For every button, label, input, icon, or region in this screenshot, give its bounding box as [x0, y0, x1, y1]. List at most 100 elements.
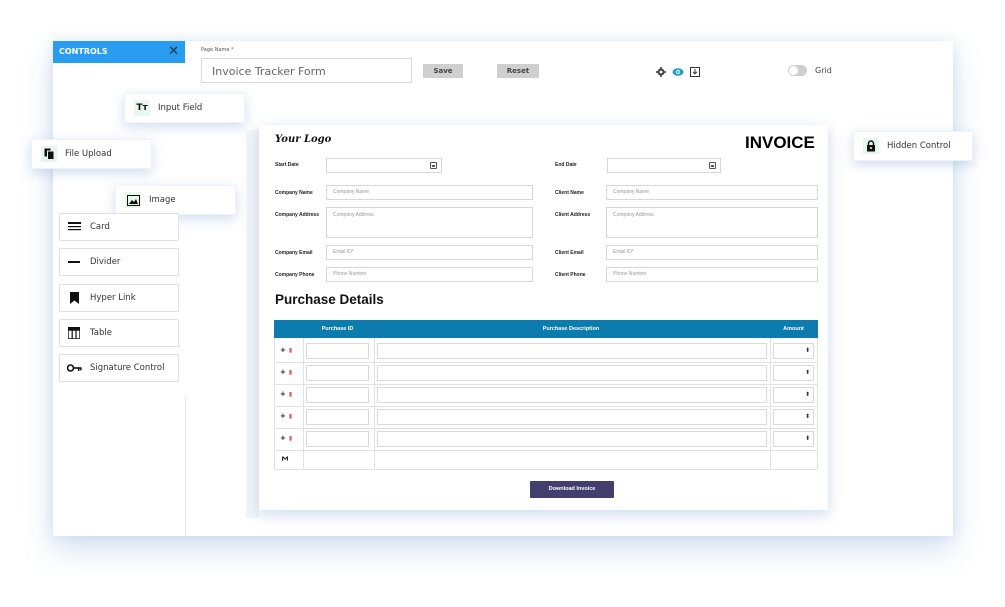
control-label: Card	[90, 222, 110, 232]
company-name-label: Company Name	[275, 190, 313, 196]
client-phone-input[interactable]: Phone Number	[606, 267, 818, 282]
end-date-input[interactable]	[607, 158, 721, 173]
amount-input[interactable]: ⬍	[773, 387, 814, 403]
row-divider	[275, 450, 817, 451]
card-icon	[66, 219, 82, 235]
add-row-icon[interactable]: +	[280, 412, 286, 420]
control-label: Signature Control	[90, 363, 165, 373]
file-copy-icon	[41, 146, 57, 162]
gear-icon[interactable]	[656, 67, 666, 77]
purchase-description-input[interactable]	[377, 431, 767, 447]
row-actions[interactable]: + ▮	[280, 368, 292, 376]
page-name-input[interactable]: Invoice Tracker Form	[201, 58, 412, 83]
column-header: Purchase ID	[321, 326, 354, 332]
download-invoice-button[interactable]: Download Invoice	[530, 481, 614, 498]
control-label: Divider	[90, 257, 121, 267]
trash-icon[interactable]: ▮	[289, 347, 292, 354]
canvas-shadow	[246, 130, 259, 518]
calendar-icon[interactable]	[709, 162, 716, 169]
purchase-description-input[interactable]	[377, 409, 767, 425]
client-address-label: Client Address	[555, 212, 591, 218]
row-actions[interactable]: + ▮	[280, 390, 292, 398]
control-label: Input Field	[158, 103, 203, 113]
row-actions[interactable]: + ▮	[280, 434, 292, 442]
purchase-id-input[interactable]	[306, 409, 369, 425]
amount-input[interactable]: ⬍	[773, 365, 814, 381]
end-date-label: End Date	[555, 162, 577, 168]
control-signature[interactable]: Signature Control	[59, 354, 179, 382]
control-label: Hidden Control	[887, 141, 951, 151]
download-icon[interactable]	[690, 67, 700, 77]
controls-header: CONTROLS ✕	[53, 41, 185, 63]
control-card[interactable]: Card	[59, 213, 179, 241]
amount-input[interactable]: ⬍	[773, 343, 814, 359]
purchase-description-input[interactable]	[377, 365, 767, 381]
purchase-description-input[interactable]	[377, 343, 767, 359]
add-row-icon[interactable]: +	[280, 434, 286, 442]
control-label: Table	[90, 328, 112, 338]
close-icon[interactable]: ✕	[168, 41, 179, 63]
trash-icon[interactable]: ▮	[289, 369, 292, 376]
control-divider[interactable]: Divider	[59, 248, 179, 276]
company-phone-label: Company Phone	[275, 272, 315, 278]
row-actions[interactable]: + ▮	[280, 412, 292, 420]
purchase-id-input[interactable]	[306, 365, 369, 381]
control-input-field[interactable]: Tт Input Field	[124, 93, 245, 123]
purchase-id-input[interactable]	[306, 387, 369, 403]
client-phone-label: Client Phone	[555, 272, 586, 278]
company-address-label: Company Address	[275, 212, 319, 218]
control-label: File Upload	[65, 149, 112, 159]
client-name-input[interactable]: Company Name	[606, 185, 818, 200]
company-name-input[interactable]: Company Name	[326, 185, 533, 200]
purchase-id-input[interactable]	[306, 431, 369, 447]
control-file-upload[interactable]: File Upload	[31, 139, 152, 169]
trash-icon[interactable]: ▮	[289, 435, 292, 442]
company-email-input[interactable]: Email ID*	[326, 245, 533, 260]
purchase-table-header: Purchase ID Purchase Description Amount	[274, 320, 818, 338]
divider-icon	[66, 254, 82, 270]
control-hyper-link[interactable]: Hyper Link	[59, 284, 179, 312]
company-phone-input[interactable]: Phone Number	[326, 267, 533, 282]
control-label: Image	[149, 195, 176, 205]
client-name-label: Client Name	[555, 190, 584, 196]
row-divider	[275, 428, 817, 429]
sidebar-divider	[185, 396, 186, 536]
lock-icon	[863, 138, 879, 154]
client-address-input[interactable]: Company Address	[606, 207, 818, 238]
purchase-description-input[interactable]	[377, 387, 767, 403]
image-icon	[125, 192, 141, 208]
control-image[interactable]: Image	[115, 185, 236, 215]
trash-icon[interactable]: ▮	[289, 413, 292, 420]
company-email-label: Company Email	[275, 250, 313, 256]
control-table[interactable]: Table	[59, 319, 179, 347]
add-row-icon[interactable]: +	[280, 368, 286, 376]
start-date-input[interactable]	[326, 158, 442, 173]
amount-input[interactable]: ⬍	[773, 409, 814, 425]
save-button[interactable]: Save	[423, 64, 463, 78]
key-icon	[66, 360, 82, 376]
text-type-icon: Tт	[134, 100, 150, 116]
table-icon	[66, 325, 82, 341]
reset-button[interactable]: Reset	[497, 64, 539, 78]
eye-icon[interactable]	[672, 67, 684, 77]
bookmark-icon	[66, 290, 82, 306]
company-address-input[interactable]: Company Address	[326, 207, 533, 238]
page-name-label: Page Name *	[201, 47, 234, 53]
control-label: Hyper Link	[90, 293, 136, 303]
row-divider	[275, 362, 817, 363]
add-row-icon[interactable]: +	[280, 346, 286, 354]
logo: Your Logo	[275, 134, 332, 145]
calendar-icon[interactable]	[430, 162, 437, 169]
amount-input[interactable]: ⬍	[773, 431, 814, 447]
add-row-icon[interactable]: +	[280, 390, 286, 398]
client-email-input[interactable]: Email ID*	[606, 245, 818, 260]
column-header: Amount	[783, 326, 804, 332]
purchase-id-input[interactable]	[306, 343, 369, 359]
sum-icon: Σ	[280, 455, 290, 462]
grid-toggle[interactable]	[788, 65, 807, 76]
row-actions[interactable]: + ▮	[280, 346, 292, 354]
control-hidden-control[interactable]: Hidden Control	[853, 131, 973, 161]
grid-label: Grid	[815, 66, 832, 75]
trash-icon[interactable]: ▮	[289, 391, 292, 398]
invoice-title: INVOICE	[745, 133, 815, 152]
